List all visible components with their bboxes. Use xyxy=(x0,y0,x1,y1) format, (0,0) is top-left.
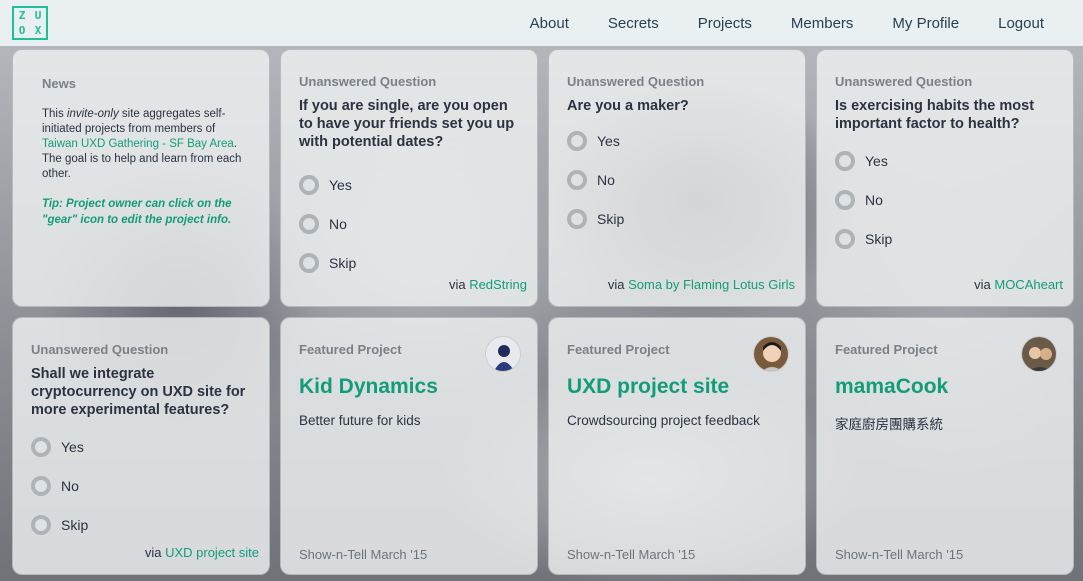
nav-secrets[interactable]: Secrets xyxy=(608,15,659,32)
project-description: 家庭廚房團購系統 xyxy=(835,417,943,432)
answer-skip[interactable]: Skip xyxy=(835,219,1055,258)
question-text: Are you a maker? xyxy=(567,98,689,114)
answer-options: Yes No Skip xyxy=(835,141,1055,258)
news-body: This invite-only site aggregates self-in… xyxy=(42,107,252,182)
owner-avatar[interactable] xyxy=(485,336,521,372)
via-prefix: via xyxy=(607,277,629,292)
featured-project-card[interactable]: Featured Project Kid Dynamics Better fut… xyxy=(280,317,538,575)
radio-icon[interactable] xyxy=(567,169,587,190)
answer-options: Yes No Skip xyxy=(31,427,251,544)
logo-letter: Z xyxy=(18,9,26,22)
answer-label: Yes xyxy=(329,176,352,193)
answer-skip[interactable]: Skip xyxy=(567,199,787,238)
nav-logout[interactable]: Logout xyxy=(998,15,1044,32)
logo-letter: O xyxy=(18,24,26,37)
question-card: Unanswered Question Is exercising habits… xyxy=(816,49,1074,307)
radio-icon[interactable] xyxy=(567,208,587,229)
answer-yes[interactable]: Yes xyxy=(299,165,519,204)
featured-project-card[interactable]: Featured Project UXD project site Crowds… xyxy=(548,317,806,575)
question-card: Unanswered Question Are you a maker? Yes… xyxy=(548,49,806,307)
via-link[interactable]: MOCAheart xyxy=(994,277,1063,292)
answer-yes[interactable]: Yes xyxy=(567,121,787,160)
featured-project-card[interactable]: Featured Project mamaCook 家庭廚房團購系統 Show-… xyxy=(816,317,1074,575)
question-card-title: Unanswered Question xyxy=(31,342,169,357)
via-link[interactable]: UXD project site xyxy=(165,545,259,560)
uxd-logo[interactable]: Z U O X xyxy=(12,6,48,40)
project-name[interactable]: UXD project site xyxy=(567,375,787,399)
project-description: Better future for kids xyxy=(299,413,421,428)
answer-yes[interactable]: Yes xyxy=(31,427,251,466)
answer-label: No xyxy=(329,215,347,232)
radio-icon[interactable] xyxy=(299,213,319,234)
via-link[interactable]: RedString xyxy=(469,277,527,292)
project-description: Crowdsourcing project feedback xyxy=(567,413,760,428)
via-prefix: via xyxy=(144,545,166,560)
question-card: Unanswered Question If you are single, a… xyxy=(280,49,538,307)
question-card-title: Unanswered Question xyxy=(299,74,437,89)
via-source: via Soma by Flaming Lotus Girls xyxy=(608,277,795,292)
news-card: News This invite-only site aggregates se… xyxy=(12,49,270,307)
logo-letter: X xyxy=(34,24,42,37)
answer-no[interactable]: No xyxy=(31,466,251,505)
answer-yes[interactable]: Yes xyxy=(835,141,1055,180)
radio-icon[interactable] xyxy=(835,150,855,171)
radio-icon[interactable] xyxy=(567,130,587,151)
taiwan-uxd-link[interactable]: Taiwan UXD Gathering - SF Bay Area xyxy=(42,138,234,150)
answer-options: Yes No Skip xyxy=(299,165,519,282)
nav-members[interactable]: Members xyxy=(791,15,854,32)
owner-avatar[interactable] xyxy=(1021,336,1057,372)
news-body-em: invite-only xyxy=(66,108,119,120)
via-source: via UXD project site xyxy=(145,545,259,560)
answer-no[interactable]: No xyxy=(835,180,1055,219)
project-name[interactable]: Kid Dynamics xyxy=(299,375,519,399)
project-name[interactable]: mamaCook xyxy=(835,375,1055,399)
radio-icon[interactable] xyxy=(835,228,855,249)
news-tip: Tip: Project owner can click on the "gea… xyxy=(42,198,232,226)
answer-options: Yes No Skip xyxy=(567,121,787,238)
via-prefix: via xyxy=(448,277,470,292)
nav-my-profile[interactable]: My Profile xyxy=(892,15,959,32)
owner-avatar[interactable] xyxy=(753,336,789,372)
question-text: Is exercising habits the most important … xyxy=(835,98,1035,132)
radio-icon[interactable] xyxy=(835,189,855,210)
project-event: Show-n-Tell March '15 xyxy=(299,547,428,562)
nav-projects[interactable]: Projects xyxy=(698,15,752,32)
project-event: Show-n-Tell March '15 xyxy=(835,547,964,562)
answer-no[interactable]: No xyxy=(567,160,787,199)
via-source: via MOCAheart xyxy=(974,277,1063,292)
question-text: If you are single, are you open to have … xyxy=(299,98,515,150)
question-card: Unanswered Question Shall we integrate c… xyxy=(12,317,270,575)
answer-skip[interactable]: Skip xyxy=(31,505,251,544)
nav-about[interactable]: About xyxy=(530,15,569,32)
news-body-prefix: This xyxy=(42,108,67,120)
via-prefix: via xyxy=(974,277,995,292)
radio-icon[interactable] xyxy=(299,252,319,273)
via-link[interactable]: Soma by Flaming Lotus Girls xyxy=(628,277,795,292)
question-card-title: Unanswered Question xyxy=(835,74,973,89)
answer-label: Skip xyxy=(865,230,893,247)
question-card-title: Unanswered Question xyxy=(567,74,705,89)
main-nav: About Secrets Projects Members My Profil… xyxy=(530,0,1083,46)
answer-label: No xyxy=(597,171,615,188)
answer-no[interactable]: No xyxy=(299,204,519,243)
radio-icon[interactable] xyxy=(31,514,51,535)
radio-icon[interactable] xyxy=(299,174,319,195)
answer-label: Yes xyxy=(597,132,620,149)
via-source: via RedString xyxy=(449,277,527,292)
question-text: Shall we integrate cryptocurrency on UXD… xyxy=(31,366,246,418)
news-title: News xyxy=(42,76,76,91)
answer-label: Skip xyxy=(329,254,357,271)
radio-icon[interactable] xyxy=(31,475,51,496)
project-event: Show-n-Tell March '15 xyxy=(567,547,696,562)
logo-letter: U xyxy=(34,9,42,22)
radio-icon[interactable] xyxy=(31,436,51,457)
answer-label: Yes xyxy=(61,438,84,455)
answer-label: No xyxy=(865,191,883,208)
answer-label: Skip xyxy=(597,210,625,227)
answer-label: No xyxy=(61,477,79,494)
answer-label: Yes xyxy=(865,152,888,169)
answer-label: Skip xyxy=(61,516,89,533)
top-nav-bar: Z U O X About Secrets Projects Members M… xyxy=(0,0,1083,46)
